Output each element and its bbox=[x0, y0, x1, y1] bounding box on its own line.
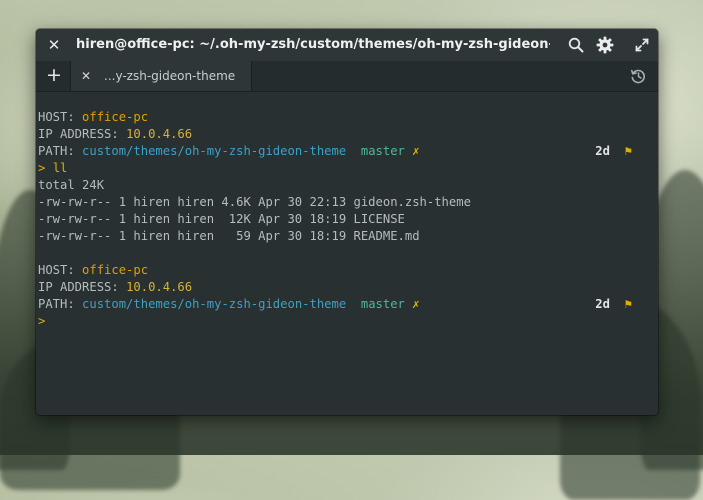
output-line: -rw-rw-r-- 1 hiren hiren 59 Apr 30 18:19… bbox=[38, 229, 420, 243]
history-icon bbox=[630, 69, 646, 84]
git-dirty-marker: ✗ bbox=[412, 297, 420, 311]
host-value: office-pc bbox=[82, 110, 149, 124]
title-bar: ✕ hiren@office-pc: ~/.oh-my-zsh/custom/t… bbox=[36, 29, 658, 61]
path-label: PATH: bbox=[38, 297, 83, 311]
flag-icon: ⚑ bbox=[624, 297, 632, 311]
command-text: ll bbox=[52, 161, 68, 175]
host-value: office-pc bbox=[82, 263, 149, 277]
close-window-button[interactable]: ✕ bbox=[44, 35, 64, 55]
path-line: PATH: custom/themes/oh-my-zsh-gideon-the… bbox=[38, 296, 420, 313]
host-line: HOST: office-pc bbox=[38, 109, 148, 126]
git-dirty-marker: ✗ bbox=[412, 144, 420, 158]
close-icon: ✕ bbox=[47, 36, 61, 54]
tab-terminal[interactable]: ✕ ...y-zsh-gideon-theme bbox=[70, 61, 252, 91]
path-value: custom/themes/oh-my-zsh-gideon-theme bbox=[82, 144, 347, 158]
command-line: > ll bbox=[38, 160, 67, 177]
git-branch: master bbox=[360, 297, 405, 311]
ip-label: IP ADDRESS: bbox=[38, 127, 127, 141]
commit-age: 2d bbox=[595, 144, 610, 158]
maximize-button[interactable] bbox=[632, 35, 652, 55]
output-line: -rw-rw-r-- 1 hiren hiren 4.6K Apr 30 22:… bbox=[38, 195, 471, 209]
output-line: total 24K bbox=[38, 178, 105, 192]
right-prompt: 2d ⚑ bbox=[595, 143, 632, 160]
search-icon bbox=[568, 37, 584, 53]
right-prompt: 2d ⚑ bbox=[595, 296, 632, 313]
ip-label: IP ADDRESS: bbox=[38, 280, 127, 294]
gear-icon bbox=[596, 36, 614, 54]
plus-icon: + bbox=[46, 64, 62, 86]
close-icon: ✕ bbox=[80, 69, 92, 83]
close-tab-button[interactable]: ✕ bbox=[79, 69, 93, 83]
ip-value: 10.0.4.66 bbox=[126, 280, 193, 294]
command-line: > bbox=[38, 313, 45, 330]
terminal-window: ✕ hiren@office-pc: ~/.oh-my-zsh/custom/t… bbox=[36, 29, 658, 415]
path-value: custom/themes/oh-my-zsh-gideon-theme bbox=[82, 297, 347, 311]
host-line: HOST: office-pc bbox=[38, 262, 148, 279]
maximize-icon bbox=[635, 38, 649, 52]
output-line: -rw-rw-r-- 1 hiren hiren 12K Apr 30 18:1… bbox=[38, 212, 405, 226]
prompt-symbol: > bbox=[38, 314, 46, 328]
tab-history-button[interactable] bbox=[628, 66, 648, 86]
search-button[interactable] bbox=[566, 35, 586, 55]
git-branch: master bbox=[360, 144, 405, 158]
path-label: PATH: bbox=[38, 144, 83, 158]
host-label: HOST: bbox=[38, 110, 83, 124]
settings-button[interactable] bbox=[595, 35, 615, 55]
commit-age: 2d bbox=[595, 297, 610, 311]
ip-line: IP ADDRESS: 10.0.4.66 bbox=[38, 279, 192, 296]
path-line: PATH: custom/themes/oh-my-zsh-gideon-the… bbox=[38, 143, 420, 160]
window-title: hiren@office-pc: ~/.oh-my-zsh/custom/the… bbox=[76, 37, 550, 52]
ip-value: 10.0.4.66 bbox=[126, 127, 193, 141]
tab-bar: + ✕ ...y-zsh-gideon-theme bbox=[36, 61, 658, 92]
terminal-output[interactable]: HOST: office-pc IP ADDRESS: 10.0.4.66 PA… bbox=[36, 92, 658, 415]
flag-icon: ⚑ bbox=[624, 144, 632, 158]
new-tab-button[interactable]: + bbox=[44, 66, 64, 86]
ip-line: IP ADDRESS: 10.0.4.66 bbox=[38, 126, 192, 143]
tab-label: ...y-zsh-gideon-theme bbox=[104, 69, 236, 83]
host-label: HOST: bbox=[38, 263, 83, 277]
